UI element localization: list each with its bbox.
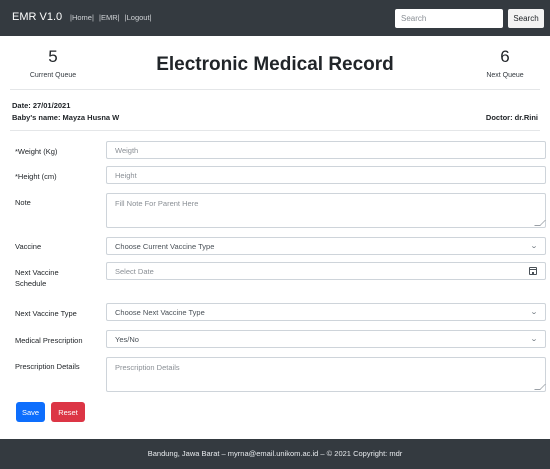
next-queue-label: Next Queue	[486, 72, 524, 79]
doctor-name: Doctor: dr.Rini	[485, 113, 538, 122]
next-schedule-label-line2: Schedule	[15, 279, 47, 288]
medical-prescription-label: Medical Prescription	[15, 336, 83, 345]
search-input[interactable]	[395, 9, 503, 28]
navbar: EMR V1.0 |Home| |EMR| |Logout| Search	[0, 0, 550, 36]
prescription-details-label: Prescription Details	[15, 362, 80, 371]
medical-prescription-value: Yes/No	[115, 334, 139, 344]
current-queue-label: Current Queue	[29, 72, 77, 79]
nav-link-logout[interactable]: |Logout|	[125, 13, 152, 22]
next-vaccine-type-label: Next Vaccine Type	[15, 309, 77, 318]
calendar-icon[interactable]	[529, 267, 537, 275]
next-vaccine-type-value: Choose Next Vaccine Type	[115, 307, 205, 317]
vaccine-select-value: Choose Current Vaccine Type	[115, 241, 215, 251]
next-schedule-label: Next Vaccine Schedule	[15, 267, 59, 289]
info-divider	[10, 130, 540, 131]
weight-input[interactable]	[106, 141, 546, 159]
save-button[interactable]: Save	[16, 402, 45, 422]
next-schedule-label-line1: Next Vaccine	[15, 268, 59, 277]
search-button[interactable]: Search	[508, 9, 544, 28]
chevron-down-icon: ⌄	[529, 336, 539, 343]
footer: Bandung, Jawa Barat – myrna@email.unikom…	[0, 439, 550, 469]
vaccine-label: Vaccine	[15, 242, 42, 251]
footer-text: Bandung, Jawa Barat – myrna@email.unikom…	[147, 449, 403, 458]
next-queue: 6 Next Queue	[474, 47, 536, 79]
current-queue-number: 5	[48, 47, 58, 66]
prescription-details-textarea[interactable]	[106, 357, 546, 392]
nav-link-emr[interactable]: |EMR|	[99, 13, 120, 22]
weight-label: *Weight (Kg)	[15, 147, 58, 156]
height-label: *Height (cm)	[15, 172, 57, 181]
note-label: Note	[15, 198, 31, 207]
page-title: Electronic Medical Record	[156, 54, 394, 75]
current-queue: 5 Current Queue	[22, 47, 84, 79]
chevron-down-icon: ⌄	[529, 309, 539, 316]
brand-title[interactable]: EMR V1.0	[12, 11, 62, 23]
record-date: Date: 27/01/2021	[12, 101, 71, 110]
height-input[interactable]	[106, 166, 546, 184]
next-vaccine-type-select[interactable]: Choose Next Vaccine Type ⌄	[106, 303, 546, 321]
vaccine-select[interactable]: Choose Current Vaccine Type ⌄	[106, 237, 546, 255]
nav-links: |Home| |EMR| |Logout|	[70, 13, 155, 22]
chevron-down-icon: ⌄	[529, 243, 539, 250]
medical-prescription-select[interactable]: Yes/No ⌄	[106, 330, 546, 348]
nav-link-home[interactable]: |Home|	[70, 13, 94, 22]
note-textarea[interactable]	[106, 193, 546, 228]
baby-name: Baby's name: Mayza Husna W	[12, 113, 120, 122]
next-schedule-placeholder: Select Date	[115, 266, 154, 276]
next-queue-number: 6	[500, 47, 510, 66]
header-divider	[10, 89, 540, 90]
next-schedule-date-input[interactable]: Select Date	[106, 262, 546, 280]
reset-button[interactable]: Reset	[51, 402, 85, 422]
